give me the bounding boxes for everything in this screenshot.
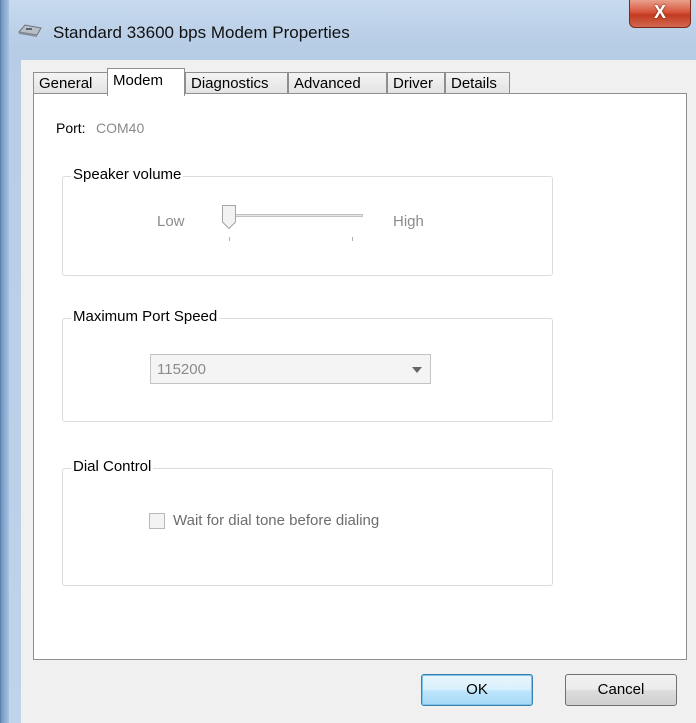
tab-advanced[interactable]: Advanced xyxy=(288,72,387,94)
dialog-body: General Modem Diagnostics Advanced Drive… xyxy=(21,60,696,723)
cancel-button[interactable]: Cancel xyxy=(565,674,677,706)
dial-control-title: Dial Control xyxy=(71,458,154,475)
speaker-volume-title: Speaker volume xyxy=(71,166,184,183)
port-label: Port: xyxy=(56,120,86,136)
volume-slider-track[interactable] xyxy=(225,214,363,217)
tab-details[interactable]: Details xyxy=(445,72,510,94)
max-port-speed-group: Maximum Port Speed 115200 xyxy=(62,308,553,422)
ok-button[interactable]: OK xyxy=(421,674,533,706)
window-title: Standard 33600 bps Modem Properties xyxy=(53,23,350,42)
volume-low-label: Low xyxy=(157,213,185,230)
tab-general[interactable]: General xyxy=(33,72,108,94)
dialog-window: Standard 33600 bps Modem Properties X Ge… xyxy=(0,0,696,723)
close-button[interactable]: X xyxy=(629,0,691,28)
max-port-speed-title: Maximum Port Speed xyxy=(71,308,220,325)
volume-slider-thumb[interactable] xyxy=(221,204,237,230)
volume-tick-min xyxy=(229,237,230,241)
close-icon: X xyxy=(653,2,666,22)
volume-high-label: High xyxy=(393,213,424,230)
port-speed-value: 115200 xyxy=(157,361,206,378)
tab-diagnostics[interactable]: Diagnostics xyxy=(185,72,288,94)
port-speed-select[interactable]: 115200 xyxy=(150,354,431,384)
title-bar[interactable]: Standard 33600 bps Modem Properties X xyxy=(1,0,696,42)
modem-tab-panel: Port: COM40 Speaker volume Low High Maxi… xyxy=(33,93,687,660)
tab-modem[interactable]: Modem xyxy=(107,68,185,96)
modem-icon xyxy=(18,24,42,37)
speaker-volume-group: Speaker volume Low High xyxy=(62,166,553,276)
wait-dial-tone-checkbox[interactable] xyxy=(149,513,165,529)
wait-dial-tone-label[interactable]: Wait for dial tone before dialing xyxy=(173,512,379,529)
volume-tick-max xyxy=(352,237,353,241)
port-value: COM40 xyxy=(96,120,145,136)
dial-control-group: Dial Control Wait for dial tone before d… xyxy=(62,458,553,586)
tab-driver[interactable]: Driver xyxy=(387,72,445,94)
window-left-edge xyxy=(1,0,9,723)
chevron-down-icon xyxy=(412,367,422,373)
